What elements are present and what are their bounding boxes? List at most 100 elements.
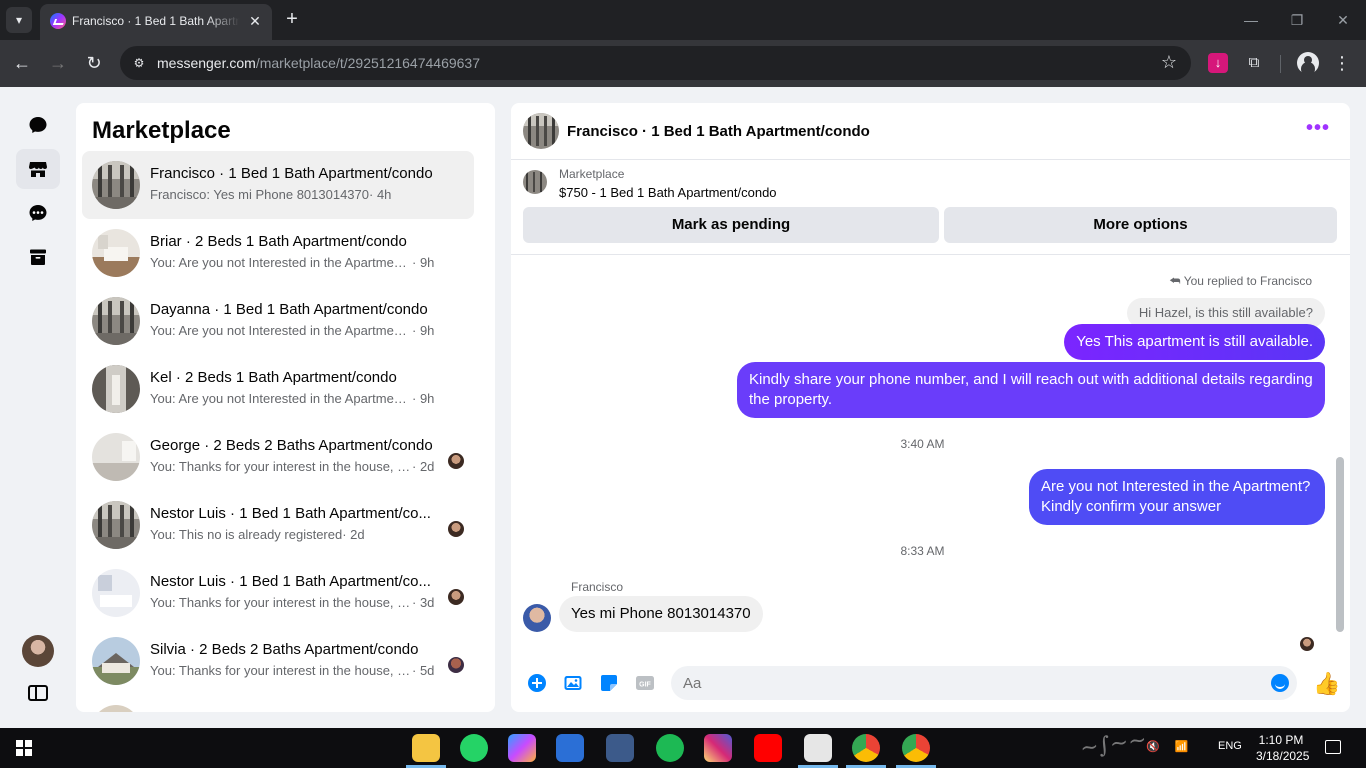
whatsapp-icon[interactable]: [460, 734, 488, 762]
youtube-icon[interactable]: [754, 734, 782, 762]
read-receipt-avatar: [1300, 637, 1314, 651]
outgoing-message[interactable]: Kindly share your phone number, and I wi…: [737, 362, 1325, 418]
composer: GIF 👍: [511, 661, 1350, 712]
thread-item[interactable]: Silvia · 2 Beds 2 Baths Apartment/condo …: [82, 627, 474, 695]
thread-item[interactable]: George · 2 Beds 2 Baths Apartment/condo …: [82, 423, 474, 491]
thread-item[interactable]: Kel · 2 Beds 1 Bath Apartment/condo You:…: [82, 355, 474, 423]
messages-scrollbar[interactable]: [1336, 457, 1344, 632]
outgoing-message[interactable]: Are you not Interested in the Apartment?…: [1029, 469, 1325, 525]
emoji-icon[interactable]: [1271, 674, 1289, 692]
inbox-title: Marketplace: [92, 117, 231, 144]
thread-item[interactable]: Dayanna · 1 Bed 1 Bath Apartment/condo Y…: [82, 287, 474, 355]
thread-snippet: Francisco: Yes mi Phone 8013014370 · 4h: [150, 187, 392, 202]
chrome-icon[interactable]: [852, 734, 880, 762]
sender-name: Francisco: [571, 580, 624, 594]
clock[interactable]: 1:10 PM 3/18/2025: [1256, 732, 1309, 764]
more-actions-icon[interactable]: •••: [1306, 117, 1330, 140]
conversation-thumbnail[interactable]: [523, 113, 559, 149]
forward-button[interactable]: →: [44, 49, 72, 77]
timestamp: 8:33 AM: [900, 544, 945, 558]
message-requests-nav-button[interactable]: [16, 193, 60, 233]
thread-name: George · 2 Beds 2 Baths Apartment/condo: [150, 437, 433, 454]
archived-nav-button[interactable]: [16, 237, 60, 277]
more-options-button[interactable]: More options: [944, 207, 1337, 243]
browser-menu-icon[interactable]: ⋮: [1332, 51, 1352, 75]
copilot-icon[interactable]: [508, 734, 536, 762]
photo-icon[interactable]: [563, 673, 583, 693]
marketplace-nav-button[interactable]: [16, 149, 60, 189]
bookmark-star-icon[interactable]: ☆: [1161, 52, 1177, 73]
tab-title: Francisco · 1 Bed 1 Bath Apartment/condo: [72, 14, 240, 28]
maximize-button[interactable]: ❐: [1274, 6, 1320, 34]
address-bar[interactable]: ⚙ messenger.com/marketplace/t/2925121647…: [120, 46, 1191, 80]
thread-snippet: You: Thanks for your interest in the hou…: [150, 459, 435, 474]
thread-name: Dayanna · 1 Bed 1 Bath Apartment/condo: [150, 301, 428, 318]
browser-toolbar: ← → ↻ ⚙ messenger.com/marketplace/t/2925…: [0, 40, 1366, 87]
thread-item[interactable]: Nestor Luis · 1 Bed 1 Bath Apartment/co.…: [82, 559, 474, 627]
plus-circle-icon[interactable]: [527, 673, 547, 693]
thread-item[interactable]: Nestor Luis · 1 Bed 1 Bath Apartment/co.…: [82, 491, 474, 559]
listing-bar: Marketplace $750 - 1 Bed 1 Bath Apartmen…: [511, 160, 1350, 255]
collapse-sidebar-icon[interactable]: [28, 685, 48, 701]
instagram-icon[interactable]: [704, 734, 732, 762]
sticker-icon[interactable]: [599, 673, 619, 693]
chats-nav-button[interactable]: [16, 105, 60, 145]
thread-item[interactable]: Briar · 2 Beds 1 Bath Apartment/condo Yo…: [82, 219, 474, 287]
paint-icon[interactable]: [804, 734, 832, 762]
conversation-header: Francisco · 1 Bed 1 Bath Apartment/condo…: [511, 103, 1350, 160]
user-avatar[interactable]: [22, 635, 54, 667]
download-extension-icon[interactable]: ↓: [1208, 53, 1228, 73]
windows-taskbar: ~∫∼∼ 🔇 📶 ENG 1:10 PM 3/18/2025: [0, 727, 1366, 768]
thumbs-up-icon[interactable]: 👍: [1313, 671, 1340, 697]
listing-thumbnail: [92, 297, 140, 345]
sender-avatar[interactable]: [523, 604, 551, 632]
thread-item[interactable]: [82, 695, 474, 712]
thread-item[interactable]: Francisco · 1 Bed 1 Bath Apartment/condo…: [82, 151, 474, 219]
toolbar-divider: [1280, 55, 1281, 73]
site-info-icon[interactable]: ⚙: [130, 54, 148, 72]
chrome-profile-icon[interactable]: [902, 734, 930, 762]
tray-icons[interactable]: 🔇 📶: [1146, 740, 1194, 753]
back-button[interactable]: ←: [8, 49, 36, 77]
thread-name: Francisco · 1 Bed 1 Bath Apartment/condo: [150, 165, 433, 182]
listing-thumbnail[interactable]: [523, 170, 547, 194]
mark-pending-button[interactable]: Mark as pending: [523, 207, 939, 243]
thread-list: Francisco · 1 Bed 1 Bath Apartment/condo…: [82, 151, 474, 712]
signature-watermark: ~∫∼∼: [1078, 727, 1149, 762]
photoshop-icon[interactable]: [606, 734, 634, 762]
listing-thumbnail: [92, 569, 140, 617]
close-window-button[interactable]: ✕: [1320, 6, 1366, 34]
chat-dots-icon: [29, 205, 47, 221]
extensions-puzzle-icon[interactable]: ⧉: [1244, 53, 1264, 73]
new-tab-button[interactable]: +: [280, 8, 304, 32]
messenger-favicon-icon: [50, 13, 66, 29]
file-explorer-icon[interactable]: [412, 734, 440, 762]
reload-button[interactable]: ↻: [80, 49, 108, 77]
conversation-title[interactable]: Francisco · 1 Bed 1 Bath Apartment/condo: [567, 123, 870, 140]
timestamp: 3:40 AM: [900, 437, 945, 451]
microsoft-store-icon[interactable]: [556, 734, 584, 762]
svg-text:GIF: GIF: [639, 682, 651, 689]
url-text[interactable]: messenger.com/marketplace/t/292512164744…: [157, 55, 480, 71]
profile-icon[interactable]: [1297, 52, 1319, 74]
minimize-button[interactable]: —: [1228, 6, 1274, 34]
outgoing-message[interactable]: Yes This apartment is still available.: [1064, 324, 1325, 360]
message-input[interactable]: [671, 666, 1297, 700]
spotify-icon[interactable]: [656, 734, 684, 762]
incoming-message[interactable]: Yes mi Phone 8013014370: [559, 596, 763, 632]
listing-price[interactable]: $750 - 1 Bed 1 Bath Apartment/condo: [559, 185, 777, 200]
language-indicator[interactable]: ENG: [1218, 740, 1242, 752]
tab-search-button[interactable]: ▾: [6, 7, 32, 33]
listing-thumbnail: [92, 501, 140, 549]
nav-rail: [0, 87, 76, 728]
active-tab[interactable]: Francisco · 1 Bed 1 Bath Apartment/condo…: [40, 4, 272, 40]
notification-icon[interactable]: [1325, 740, 1341, 754]
tab-close-icon[interactable]: ✕: [246, 12, 264, 30]
windows-start-icon[interactable]: [16, 740, 32, 756]
marketplace-inbox: Marketplace Francisco · 1 Bed 1 Bath Apa…: [76, 103, 495, 712]
gif-icon[interactable]: GIF: [635, 673, 655, 693]
thread-snippet: You: Thanks for your interest in the hou…: [150, 663, 435, 678]
listing-thumbnail: [92, 365, 140, 413]
replied-note: ⮪ You replied to Francisco: [1169, 274, 1312, 288]
seen-avatar: [448, 453, 464, 469]
